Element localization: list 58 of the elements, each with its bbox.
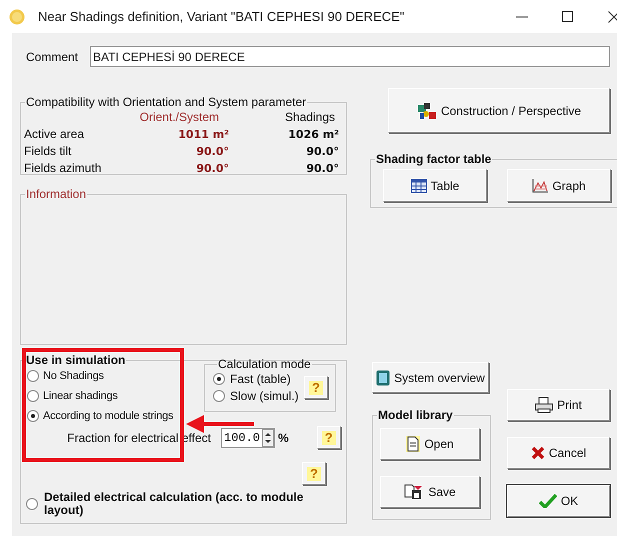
- unit-label: %: [278, 430, 289, 444]
- check-icon: [538, 494, 557, 508]
- radio-label: No Shadings: [43, 369, 104, 383]
- table-cell-text: 90.0°: [305, 144, 339, 160]
- maximize-icon[interactable]: [562, 11, 573, 22]
- radio-button[interactable]: [213, 390, 225, 402]
- comment-field[interactable]: BATI CEPHESİ 90 DERECE: [90, 46, 610, 67]
- minimize-icon[interactable]: [516, 16, 528, 18]
- number-spinner[interactable]: 100.0: [221, 428, 276, 448]
- printer-icon: [535, 397, 554, 413]
- open-button[interactable]: Open: [380, 428, 480, 460]
- print-button[interactable]: Print: [507, 389, 610, 421]
- radio-button[interactable]: [213, 373, 225, 385]
- document-icon: [406, 436, 420, 452]
- save-icon: [404, 484, 424, 500]
- close-icon[interactable]: [608, 10, 617, 22]
- comment-label: Comment: [26, 48, 80, 66]
- table-button[interactable]: Table: [383, 169, 487, 202]
- table-cell-text: 1011 m²: [177, 127, 229, 143]
- table-cell-text: 90.0°: [195, 161, 229, 177]
- save-button[interactable]: Save: [380, 476, 480, 508]
- window-title: Near Shadings definition, Variant "BATI CEPHESI 90 DERECE": [38, 8, 404, 26]
- app-icon: [9, 8, 25, 24]
- radio-label: Linear shadings: [43, 389, 118, 403]
- group-title: Use in simulation: [25, 353, 126, 367]
- row-label: Fields tilt: [24, 143, 72, 160]
- cross-icon: [530, 446, 545, 460]
- construction-button[interactable]: Construction / Perspective: [388, 88, 610, 133]
- row-label: Fields azimuth: [24, 160, 102, 177]
- radio-button[interactable]: [27, 410, 39, 422]
- group-title: Information: [25, 186, 88, 203]
- table-icon: [410, 178, 427, 192]
- group-title: Calculation mode: [217, 357, 312, 371]
- radio-label: According to module strings: [43, 409, 174, 423]
- radio-button[interactable]: [27, 370, 39, 382]
- column-header: Orient./System: [138, 109, 220, 126]
- radio-label: Slow (simul.): [230, 389, 299, 403]
- document-icon: [376, 370, 390, 386]
- group-title: Shading factor table: [375, 151, 492, 168]
- system-overview-button[interactable]: System overview: [372, 362, 489, 393]
- graph-button[interactable]: Graph: [507, 169, 611, 202]
- ok-button[interactable]: OK: [507, 485, 610, 517]
- column-header: Shadings: [284, 109, 336, 126]
- cancel-button[interactable]: Cancel: [507, 437, 610, 469]
- radio-label: Fast (table): [230, 372, 291, 386]
- group-title: Compatibility with Orientation and System parameter: [25, 94, 308, 111]
- table-cell-text: 90.0°: [195, 144, 229, 160]
- table-cell-text: 1026 m²: [287, 127, 339, 143]
- radio-label: Detailed electrical calculation (acc. to module layout): [44, 491, 304, 517]
- chart-icon: [532, 178, 548, 192]
- arrow: [186, 415, 254, 433]
- radio-button[interactable]: [26, 498, 38, 510]
- group-title: Model library: [377, 407, 454, 424]
- spinner-arrows-icon[interactable]: [262, 428, 274, 446]
- radio-button[interactable]: [27, 390, 39, 402]
- table-cell-text: 90.0°: [305, 161, 339, 177]
- row-label: Active area: [24, 126, 86, 143]
- building-blocks-icon: [416, 102, 437, 120]
